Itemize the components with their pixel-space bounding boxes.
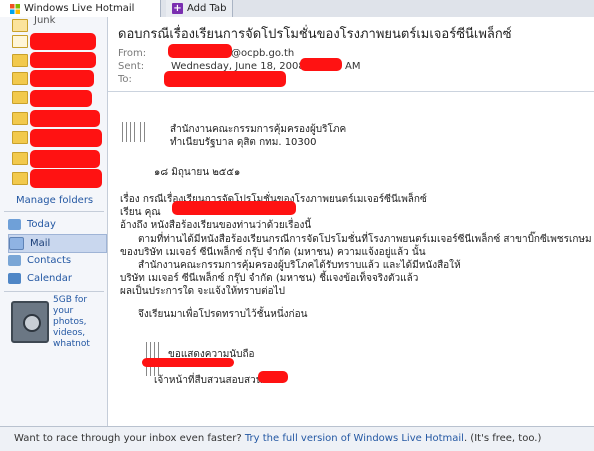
sidebar: Junk Manage folders Today Mail Contacts … (0, 15, 108, 426)
margin-mark (126, 122, 127, 142)
from-label: From: (118, 48, 147, 59)
nav-contacts-label: Contacts (27, 255, 72, 266)
calendar-icon (8, 273, 21, 284)
safe-icon (11, 301, 49, 343)
redaction (168, 44, 232, 58)
margin-mark (122, 122, 123, 142)
sidebar-item-junk[interactable]: Junk (34, 15, 55, 26)
nav-mail-label: Mail (30, 238, 51, 249)
nav-contacts[interactable]: Contacts (8, 252, 105, 269)
letter-reference: อ้างถึง หนังสือร้องเรียนของท่านว่าด้วยเร… (120, 220, 312, 231)
junk-folder-icon[interactable] (12, 19, 28, 32)
from-value[interactable]: @ocpb.go.th (231, 48, 294, 59)
add-tab-label: Add Tab (187, 3, 227, 14)
manage-folders-link[interactable]: Manage folders (16, 195, 93, 206)
redaction (30, 70, 94, 87)
redaction (30, 33, 96, 50)
sent-label: Sent: (118, 61, 145, 72)
browser-tab-bar: Windows Live Hotmail + Add Tab (0, 0, 594, 18)
redaction (300, 58, 342, 71)
margin-mark (144, 122, 145, 142)
upgrade-banner: Want to race through your inbox even fas… (0, 426, 594, 451)
folder-icon[interactable] (12, 172, 28, 185)
redaction (30, 52, 96, 68)
upgrade-suffix: . (It's free, too.) (463, 433, 542, 444)
folder-icon[interactable] (12, 54, 28, 67)
contacts-icon (8, 255, 21, 266)
upgrade-prefix: Want to race through your inbox even fas… (14, 433, 242, 444)
redaction (30, 110, 100, 127)
add-tab-button[interactable]: + Add Tab (166, 0, 234, 17)
redaction (30, 169, 102, 188)
message-header: ดอบกรณีเรื่องเรียนการจัดโปรโมชั่นของโรงภ… (108, 17, 594, 92)
letter-date: ๑๘ มิถุนายน ๒๕๕๑ (154, 167, 241, 178)
folder-icon[interactable] (12, 112, 28, 125)
letter-closing: จึงเรียนมาเพื่อโปรดทราบไว้ชั้นหนึ่งก่อน (138, 309, 308, 320)
redaction (172, 201, 296, 215)
tab-windows-live-hotmail[interactable]: Windows Live Hotmail (0, 0, 161, 17)
redaction (30, 150, 100, 168)
folder-icon[interactable] (12, 91, 28, 104)
tab-title: Windows Live Hotmail (24, 3, 135, 14)
today-icon (8, 219, 21, 230)
storage-promo[interactable]: 5GB for your photos, videos, whatnot (8, 295, 103, 351)
edit-icon[interactable] (12, 35, 28, 48)
to-label: To: (118, 74, 132, 85)
redaction (30, 90, 92, 107)
redaction (258, 371, 288, 383)
full-version-link[interactable]: Try the full version of Windows Live Hot… (245, 433, 464, 444)
margin-mark (140, 122, 141, 142)
mail-icon (9, 237, 24, 250)
nav-today-label: Today (27, 219, 56, 230)
windows-logo-icon (10, 3, 20, 14)
margin-mark (130, 122, 131, 142)
plus-icon: + (172, 3, 183, 14)
promo-text[interactable]: 5GB for your photos, videos, whatnot (53, 295, 105, 350)
para2-line3: ผลเป็นประการใด จะแจ้งให้ทราบต่อไป (120, 286, 285, 297)
message-subject: ดอบกรณีเรื่องเรียนการจัดโปรโมชั่นของโรงภ… (118, 27, 512, 42)
sent-ampm: AM (345, 61, 361, 72)
divider (4, 291, 104, 292)
folder-icon[interactable] (12, 131, 28, 144)
folder-icon[interactable] (12, 152, 28, 165)
redaction (164, 71, 286, 87)
redaction (30, 129, 102, 147)
message-body: สำนักงานคณะกรรมการคุ้มครองผู้บริโภค ทำเน… (108, 92, 594, 426)
divider (4, 211, 104, 212)
nav-calendar[interactable]: Calendar (8, 270, 105, 287)
nav-mail[interactable]: Mail (8, 234, 107, 253)
folder-icon[interactable] (12, 72, 28, 85)
nav-calendar-label: Calendar (27, 273, 72, 284)
redaction (142, 358, 234, 367)
margin-mark (134, 122, 135, 142)
nav-today[interactable]: Today (8, 216, 105, 233)
letter-officer: เจ้าหน้าที่สืบสวนสอบสวน (154, 375, 263, 386)
org-line-2: ทำเนียบรัฐบาล ดุสิต กทม. 10300 (170, 137, 317, 148)
